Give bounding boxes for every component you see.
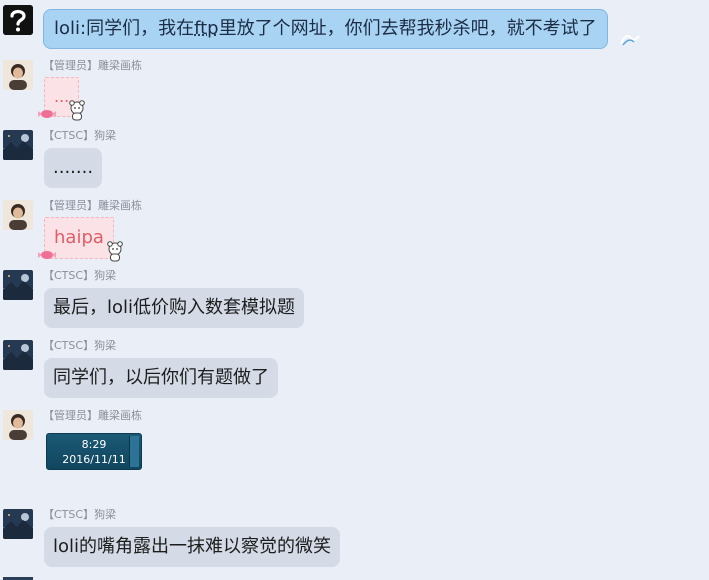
message-text: loli:同学们，我在 bbox=[54, 18, 195, 39]
message-text: 最后，loli低价购入数套模拟题 bbox=[53, 297, 296, 318]
message-text: 同学们，以后你们有题做了 bbox=[53, 367, 269, 388]
message-bubble[interactable]: 同学们，以后你们有题做了 bbox=[44, 358, 278, 398]
sender-name: 【CTSC】狗梁 bbox=[43, 339, 117, 352]
bear-decoration-icon bbox=[107, 241, 123, 262]
sender-name: 【CTSC】狗梁 bbox=[43, 269, 117, 282]
sender-name: 【管理员】雕梁画栋 bbox=[43, 59, 142, 72]
message-text: 里放了个网址，你们去帮我秒杀吧，就不考试了 bbox=[218, 18, 597, 39]
message-bubble[interactable]: ....... bbox=[44, 148, 103, 188]
message-bubble[interactable]: loli:同学们，我在ftp里放了个网址，你们去帮我秒杀吧，就不考试了 bbox=[43, 9, 608, 49]
sender-name: 【CTSC】狗梁 bbox=[43, 508, 117, 521]
ctsc-avatar[interactable] bbox=[3, 130, 33, 160]
candy-decoration-icon bbox=[38, 251, 56, 259]
ftp-link[interactable]: ftp bbox=[194, 18, 219, 39]
message-text: loli的嘴角露出一抹难以察觉的微笑 bbox=[53, 536, 332, 557]
message-text: haipa bbox=[54, 227, 104, 248]
admin-avatar[interactable] bbox=[3, 410, 33, 440]
message-text: ....... bbox=[53, 157, 94, 178]
clock-widget[interactable]: 8:29 2016/11/11 bbox=[46, 433, 142, 470]
clock-edge bbox=[129, 436, 139, 467]
sender-name: 【管理员】雕梁画栋 bbox=[43, 199, 142, 212]
ctsc-avatar[interactable] bbox=[3, 340, 33, 370]
message-bubble[interactable]: 最后，loli低价购入数套模拟题 bbox=[44, 288, 305, 328]
question-mark-icon[interactable] bbox=[3, 5, 33, 35]
clock-time: 8:29 bbox=[81, 438, 107, 451]
sender-name: 【CTSC】狗梁 bbox=[43, 129, 117, 142]
sender-name: 【管理员】雕梁画栋 bbox=[43, 409, 142, 422]
admin-avatar[interactable] bbox=[3, 60, 33, 90]
message-bubble[interactable]: loli的嘴角露出一抹难以察觉的微笑 bbox=[44, 527, 341, 567]
admin-avatar[interactable] bbox=[3, 200, 33, 230]
candy-decoration-icon bbox=[38, 110, 56, 118]
clock-date: 2016/11/11 bbox=[62, 453, 126, 466]
bear-decoration-icon bbox=[69, 100, 85, 121]
ctsc-avatar[interactable] bbox=[3, 509, 33, 539]
ctsc-avatar[interactable] bbox=[3, 270, 33, 300]
wave-decoration-icon bbox=[620, 35, 640, 46]
